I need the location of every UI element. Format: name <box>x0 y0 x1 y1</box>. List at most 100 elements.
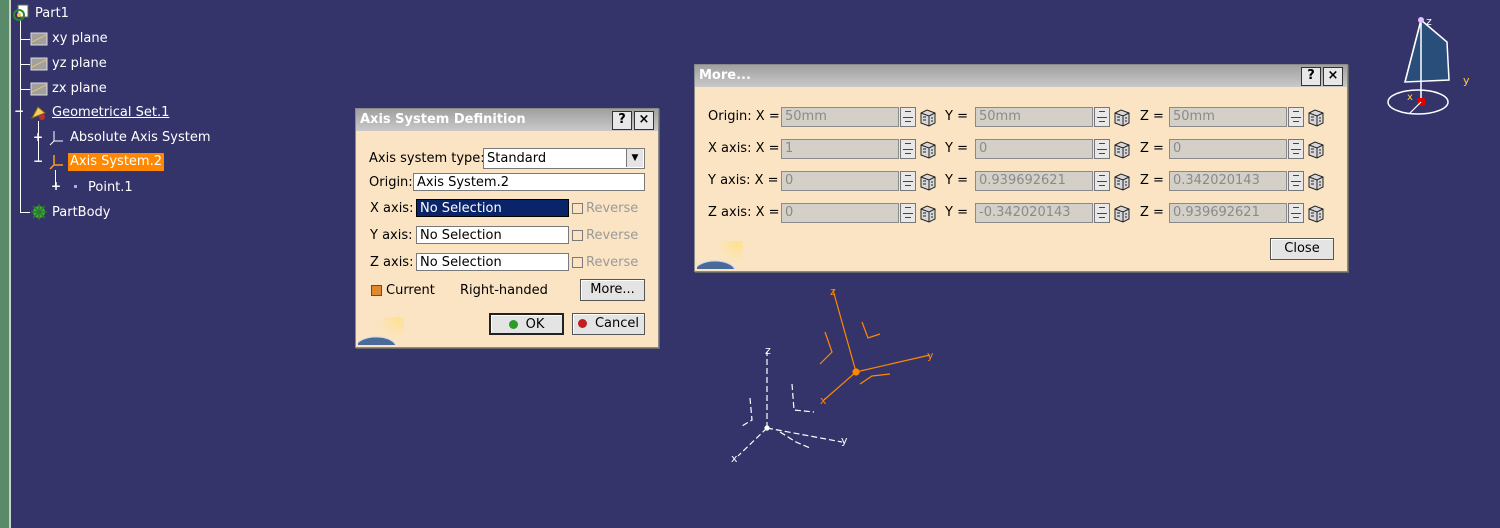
y-value-field[interactable]: 50mm <box>975 107 1093 127</box>
compass-icon[interactable]: z y x <box>1385 12 1475 122</box>
help-button[interactable]: ? <box>1301 67 1321 86</box>
z-value-field[interactable]: 0.342020143 <box>1169 171 1287 191</box>
origin-label: Origin: <box>369 175 413 190</box>
spinner-button[interactable] <box>900 107 916 127</box>
z-reverse-checkbox[interactable] <box>572 257 583 268</box>
y-reverse-label: Reverse <box>586 228 639 243</box>
spinner-button[interactable] <box>1288 139 1304 159</box>
formula-icon[interactable] <box>918 171 938 191</box>
spinner-button[interactable] <box>1288 107 1304 127</box>
tree-item-part1[interactable]: Part1 <box>35 5 69 23</box>
spinner-button[interactable] <box>1094 139 1110 159</box>
tree-item-yz-plane[interactable]: yz plane <box>52 55 107 73</box>
orange-z-label: z <box>830 285 836 298</box>
z-eq-label: Z = <box>1140 141 1164 156</box>
expand-icon[interactable]: + <box>51 180 61 192</box>
formula-icon[interactable] <box>918 107 938 127</box>
tree-item-geometrical-set[interactable]: Geometrical Set.1 <box>52 104 169 122</box>
spinner-button[interactable] <box>900 171 916 191</box>
current-label: Current <box>386 283 435 298</box>
axis-system-2-glyph[interactable] <box>819 289 931 401</box>
help-button[interactable]: ? <box>612 111 632 130</box>
plane-icon[interactable] <box>30 30 48 48</box>
tree-item-point-1[interactable]: Point.1 <box>88 179 133 197</box>
white-x-label: x <box>731 452 738 465</box>
y-value-field[interactable]: -0.342020143 <box>975 203 1093 223</box>
formula-icon[interactable] <box>1306 139 1326 159</box>
ok-button[interactable]: OK <box>489 313 564 335</box>
spinner-button[interactable] <box>1288 203 1304 223</box>
formula-icon[interactable] <box>1112 203 1132 223</box>
viewport-3d[interactable]: z y x z y x <box>720 280 960 480</box>
handedness-label: Right-handed <box>460 283 548 298</box>
spinner-button[interactable] <box>1094 107 1110 127</box>
collapse-icon[interactable]: − <box>33 155 43 167</box>
z-reverse-label: Reverse <box>586 255 639 270</box>
formula-icon[interactable] <box>1112 171 1132 191</box>
part-body-icon[interactable] <box>30 203 48 221</box>
white-z-label: z <box>765 344 771 357</box>
z-value-field[interactable]: 50mm <box>1169 107 1287 127</box>
tree-item-axis-system-2[interactable]: Axis System.2 <box>68 153 164 171</box>
current-checkbox[interactable] <box>371 285 382 296</box>
z-eq-label: Z = <box>1140 173 1164 188</box>
x-value-field[interactable]: 0 <box>781 171 899 191</box>
dialog-title: Axis System Definition ? × <box>356 109 658 131</box>
y-value-field[interactable]: 0.939692621 <box>975 171 1093 191</box>
compass-z-label: z <box>1426 15 1432 28</box>
point-icon[interactable] <box>68 178 86 196</box>
spinner-button[interactable] <box>900 139 916 159</box>
axis-type-select[interactable]: Standard ▼ <box>483 148 645 169</box>
axis-system-icon[interactable] <box>48 128 66 146</box>
x-value-field[interactable]: 0 <box>781 203 899 223</box>
cancel-button[interactable]: Cancel <box>572 313 645 335</box>
x-value-field[interactable]: 50mm <box>781 107 899 127</box>
collapse-icon[interactable]: − <box>14 105 24 117</box>
tree-item-partbody[interactable]: PartBody <box>52 204 110 222</box>
tree-item-absolute-axis-system[interactable]: Absolute Axis System <box>70 129 211 147</box>
more-button[interactable]: More... <box>580 279 645 301</box>
more-row-label: X axis: X = <box>708 141 780 156</box>
plane-icon[interactable] <box>30 55 48 73</box>
z-value-field[interactable]: 0 <box>1169 139 1287 159</box>
z-value-field[interactable]: 0.939692621 <box>1169 203 1287 223</box>
spinner-button[interactable] <box>1094 171 1110 191</box>
spinner-button[interactable] <box>1094 203 1110 223</box>
orange-y-label: y <box>927 349 934 362</box>
x-axis-field[interactable]: No Selection <box>416 199 569 217</box>
formula-icon[interactable] <box>1112 139 1132 159</box>
y-reverse-checkbox[interactable] <box>572 230 583 241</box>
formula-icon[interactable] <box>1306 203 1326 223</box>
tree-item-zx-plane[interactable]: zx plane <box>52 80 107 98</box>
geometrical-set-icon[interactable] <box>30 104 48 122</box>
close-button[interactable]: × <box>634 111 654 130</box>
expand-icon[interactable]: + <box>33 131 43 143</box>
y-value-field[interactable]: 0 <box>975 139 1093 159</box>
spinner-button[interactable] <box>900 203 916 223</box>
formula-icon[interactable] <box>918 139 938 159</box>
x-reverse-checkbox[interactable] <box>572 203 583 214</box>
formula-icon[interactable] <box>918 203 938 223</box>
tree-line <box>20 89 30 90</box>
orange-x-label: x <box>820 394 827 407</box>
tree-line <box>20 64 30 65</box>
chevron-down-icon[interactable]: ▼ <box>626 149 643 167</box>
plane-icon[interactable] <box>30 80 48 98</box>
part-icon[interactable] <box>12 4 30 22</box>
formula-icon[interactable] <box>1306 107 1326 127</box>
formula-icon[interactable] <box>1112 107 1132 127</box>
more-row-label: Y axis: X = <box>708 173 779 188</box>
close-dialog-button[interactable]: Close <box>1270 238 1334 260</box>
z-eq-label: Z = <box>1140 109 1164 124</box>
x-value-field[interactable]: 1 <box>781 139 899 159</box>
earth-logo-icon <box>697 241 743 269</box>
z-axis-field[interactable]: No Selection <box>416 253 569 271</box>
formula-icon[interactable] <box>1306 171 1326 191</box>
origin-field[interactable]: Axis System.2 <box>413 173 645 191</box>
tree-item-xy-plane[interactable]: xy plane <box>52 30 108 48</box>
axis-system-icon[interactable] <box>48 152 66 170</box>
close-button[interactable]: × <box>1323 67 1343 86</box>
axis-system-definition-dialog: Axis System Definition ? × Axis system t… <box>355 108 659 348</box>
spinner-button[interactable] <box>1288 171 1304 191</box>
y-axis-field[interactable]: No Selection <box>416 226 569 244</box>
